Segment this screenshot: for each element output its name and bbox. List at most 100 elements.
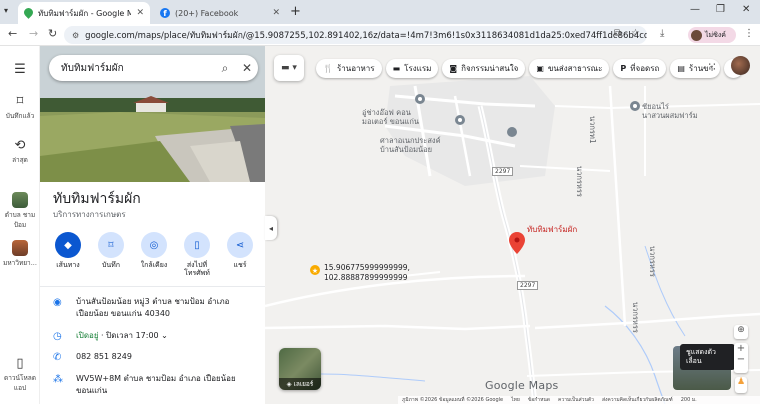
close-window-icon[interactable]: ✕ xyxy=(742,4,750,15)
collapse-panel-button[interactable]: ◂ xyxy=(265,216,277,240)
address-text: บ้านสันป้อมน้อย หมู่3 ตำบล ชามป้อม อำเภอ… xyxy=(76,297,230,318)
rail-label: ดาวน์โหลดแอป xyxy=(4,374,36,392)
google-maps-logo: Google Maps xyxy=(485,379,559,392)
map-type-toggle[interactable]: ▬ ▾ xyxy=(274,55,304,81)
close-tab-icon[interactable]: ✕ xyxy=(272,8,280,18)
rail-label: มหาวิทยา... xyxy=(3,259,37,267)
zoom-in-button[interactable]: + xyxy=(734,343,748,354)
road-label: นวกรหรร xyxy=(648,246,657,277)
plus-code-icon: ⁂ xyxy=(53,374,63,385)
action-label: ส่งไปที่โทรศัพท์ xyxy=(184,261,210,278)
forward-icon[interactable]: → xyxy=(29,27,38,40)
bookmark-icon: ⌑ xyxy=(98,232,124,258)
browser-toolbar: ← → ↻ ⚙ google.com/maps/place/ทับทิมฟาร์… xyxy=(0,24,760,46)
poi-label-garage[interactable]: อู่ช่างอ๊อฟ คอน มอเตอร์ ขอนแก่น xyxy=(362,108,419,127)
profile-button[interactable]: ไม่ซิงค์ xyxy=(688,27,736,43)
category-chips: 🍴 ร้านอาหาร ▬ โรงแรม ◙ กิจกรรมน่าสนใจ ▣ ขนส่… xyxy=(316,59,744,78)
cast-icon[interactable]: ⧉ xyxy=(614,28,621,39)
google-apps-icon[interactable]: ⁙ xyxy=(707,60,717,74)
poi-label-pavilion[interactable]: ศาลาอเนกประสงค์ บ้านสันป้อมน้อย xyxy=(380,136,441,155)
directions-icon: ◆ xyxy=(55,232,81,258)
chip-things-to-do[interactable]: ◙ กิจกรรมน่าสนใจ xyxy=(442,59,526,78)
account-avatar[interactable] xyxy=(731,56,750,75)
clock-icon: ◷ xyxy=(53,331,62,342)
coord-text: 15.906775999999999, 102.88887899999999 xyxy=(324,263,410,282)
dropped-pin-coordinates[interactable]: 15.906775999999999, 102.88887899999999 xyxy=(324,263,410,283)
road-label: นวกรท1 xyxy=(588,116,597,144)
place-panel: ทับทิมฟาร์มผัก ⌕ ✕ ทับทิมฟาร์มผัก บริการ… xyxy=(40,46,265,404)
rail-item-recent[interactable]: ⟲ ล่าสุด xyxy=(0,138,40,165)
facebook-favicon-icon: f xyxy=(160,8,170,18)
rail-item-recent-place-1[interactable]: ตำบล ชาม ป้อม xyxy=(0,192,40,230)
menu-button[interactable]: ☰ xyxy=(0,62,40,79)
map-footer: ภูมิภาพ ©2026 ข้อมูลแผนที่ ©2026 Google … xyxy=(398,396,760,404)
search-box[interactable]: ทับทิมฟาร์มผัก ⌕ ✕ xyxy=(49,55,258,81)
scale-bar[interactable]: 200 ม. xyxy=(681,396,697,404)
location-pin-icon: ◉ xyxy=(53,297,62,308)
history-icon: ⟲ xyxy=(14,138,26,153)
zoom-controls: + − xyxy=(734,343,748,373)
chevron-down-icon[interactable]: ⌄ xyxy=(161,331,168,340)
layers-button[interactable]: ◈ เลเยอร์ xyxy=(279,348,321,390)
chip-hotels[interactable]: ▬ โรงแรม xyxy=(385,59,439,78)
privacy-link[interactable]: ความเป็นส่วนตัว xyxy=(558,396,594,404)
feedback-link[interactable]: ส่งความคิดเห็นเกี่ยวกับผลิตภัณฑ์ xyxy=(602,396,673,404)
pegman-icon[interactable]: ♟ xyxy=(735,377,747,393)
phone-row[interactable]: ✆ 082 851 8249 xyxy=(53,351,258,366)
chip-transit[interactable]: ▣ ขนส่งสาธารณะ xyxy=(529,59,610,78)
browser-menu-icon[interactable]: ⋮ xyxy=(744,28,754,39)
zoom-out-button[interactable]: − xyxy=(734,354,748,365)
route-shield: 2297 xyxy=(517,281,539,290)
chip-label: ที่จอดรถ xyxy=(630,64,660,73)
tab-facebook[interactable]: f (20+) Facebook ✕ xyxy=(154,2,286,24)
chip-parking[interactable]: P ที่จอดรถ xyxy=(613,59,667,78)
tab-search-icon[interactable]: ▾ xyxy=(4,6,8,15)
layers-icon: ◈ xyxy=(286,380,292,388)
phone-text: 082 851 8249 xyxy=(76,352,132,361)
terms-link[interactable]: ข้อกำหนด xyxy=(528,396,550,404)
tab-title: ทับทิมฟาร์มผัก - Google Maps xyxy=(38,8,132,18)
send-to-phone-button[interactable]: ▯ ส่งไปที่โทรศัพท์ xyxy=(177,232,217,278)
chip-restaurants[interactable]: 🍴 ร้านอาหาร xyxy=(316,59,382,78)
search-input[interactable]: ทับทิมฟาร์มผัก xyxy=(61,61,214,76)
minimize-icon[interactable]: — xyxy=(690,4,700,15)
address-row[interactable]: ◉ บ้านสันป้อมน้อย หมู่3 ตำบล ชามป้อม อำเ… xyxy=(53,296,258,319)
svg-text:★: ★ xyxy=(312,267,318,275)
chip-label: ร้านอาหาร xyxy=(336,64,375,73)
tab-google-maps[interactable]: ทับทิมฟาร์มผัก - Google Maps ✕ xyxy=(18,2,150,24)
bookmark-star-icon[interactable]: ☆ xyxy=(631,28,640,39)
share-button[interactable]: ⋖ แชร์ xyxy=(220,232,260,278)
back-icon[interactable]: ← xyxy=(8,27,17,40)
hours-row[interactable]: ◷ เปิดอยู่ · ปิดเวลา 17:00 ⌄ xyxy=(53,330,258,345)
profile-avatar xyxy=(691,29,702,41)
save-button[interactable]: ⌑ บันทึก xyxy=(91,232,131,278)
tab-title: (20+) Facebook xyxy=(175,8,239,18)
street-view-tooltip: ชูแสดงตัวเลื่อน xyxy=(680,344,735,370)
place-title: ทับทิมฟาร์มผัก xyxy=(53,191,141,207)
camera-icon: ◙ xyxy=(449,64,458,73)
url-text: google.com/maps/place/ทับทิมฟาร์มผัก/@15… xyxy=(85,31,647,41)
address-bar[interactable]: ⚙ google.com/maps/place/ทับทิมฟาร์มผัก/@… xyxy=(64,26,647,44)
place-category[interactable]: บริการทางการเกษตร xyxy=(53,208,126,221)
reload-icon[interactable]: ↻ xyxy=(48,27,57,40)
search-icon[interactable]: ⌕ xyxy=(214,61,236,76)
open-status: เปิดอยู่ xyxy=(76,331,99,340)
new-tab-button[interactable]: + xyxy=(290,4,301,19)
my-location-button[interactable]: ⊕ xyxy=(734,325,748,339)
route-shield: 2297 xyxy=(492,167,514,176)
language-link[interactable]: ไทย xyxy=(511,396,520,404)
download-icon[interactable]: ⤓ xyxy=(660,28,664,39)
clear-search-icon[interactable]: ✕ xyxy=(236,61,258,75)
site-info-icon[interactable]: ⚙ xyxy=(72,31,79,40)
directions-button[interactable]: ◆ เส้นทาง xyxy=(48,232,88,278)
place-pin-label[interactable]: ทับทิมฟาร์มผัก xyxy=(527,223,577,236)
plus-code-row[interactable]: ⁂ WV5W+8M ตำบล ชามป้อม อำเภอ เปือยน้อย ข… xyxy=(53,373,258,396)
close-tab-icon[interactable]: ✕ xyxy=(136,8,144,18)
rail-item-saved[interactable]: ⌑ บันทึกแล้ว xyxy=(0,94,40,121)
action-label: เส้นทาง xyxy=(56,261,80,269)
rail-item-get-app[interactable]: ▯ ดาวน์โหลดแอป xyxy=(0,356,40,393)
nearby-button[interactable]: ◎ ใกล้เคียง xyxy=(134,232,174,278)
poi-label-farm[interactable]: ชัยอนไร่ นาสวนผสมฟาร์ม xyxy=(642,102,698,121)
rail-item-recent-place-2[interactable]: มหาวิทยา... xyxy=(0,240,40,268)
maximize-icon[interactable]: ❐ xyxy=(716,4,725,15)
